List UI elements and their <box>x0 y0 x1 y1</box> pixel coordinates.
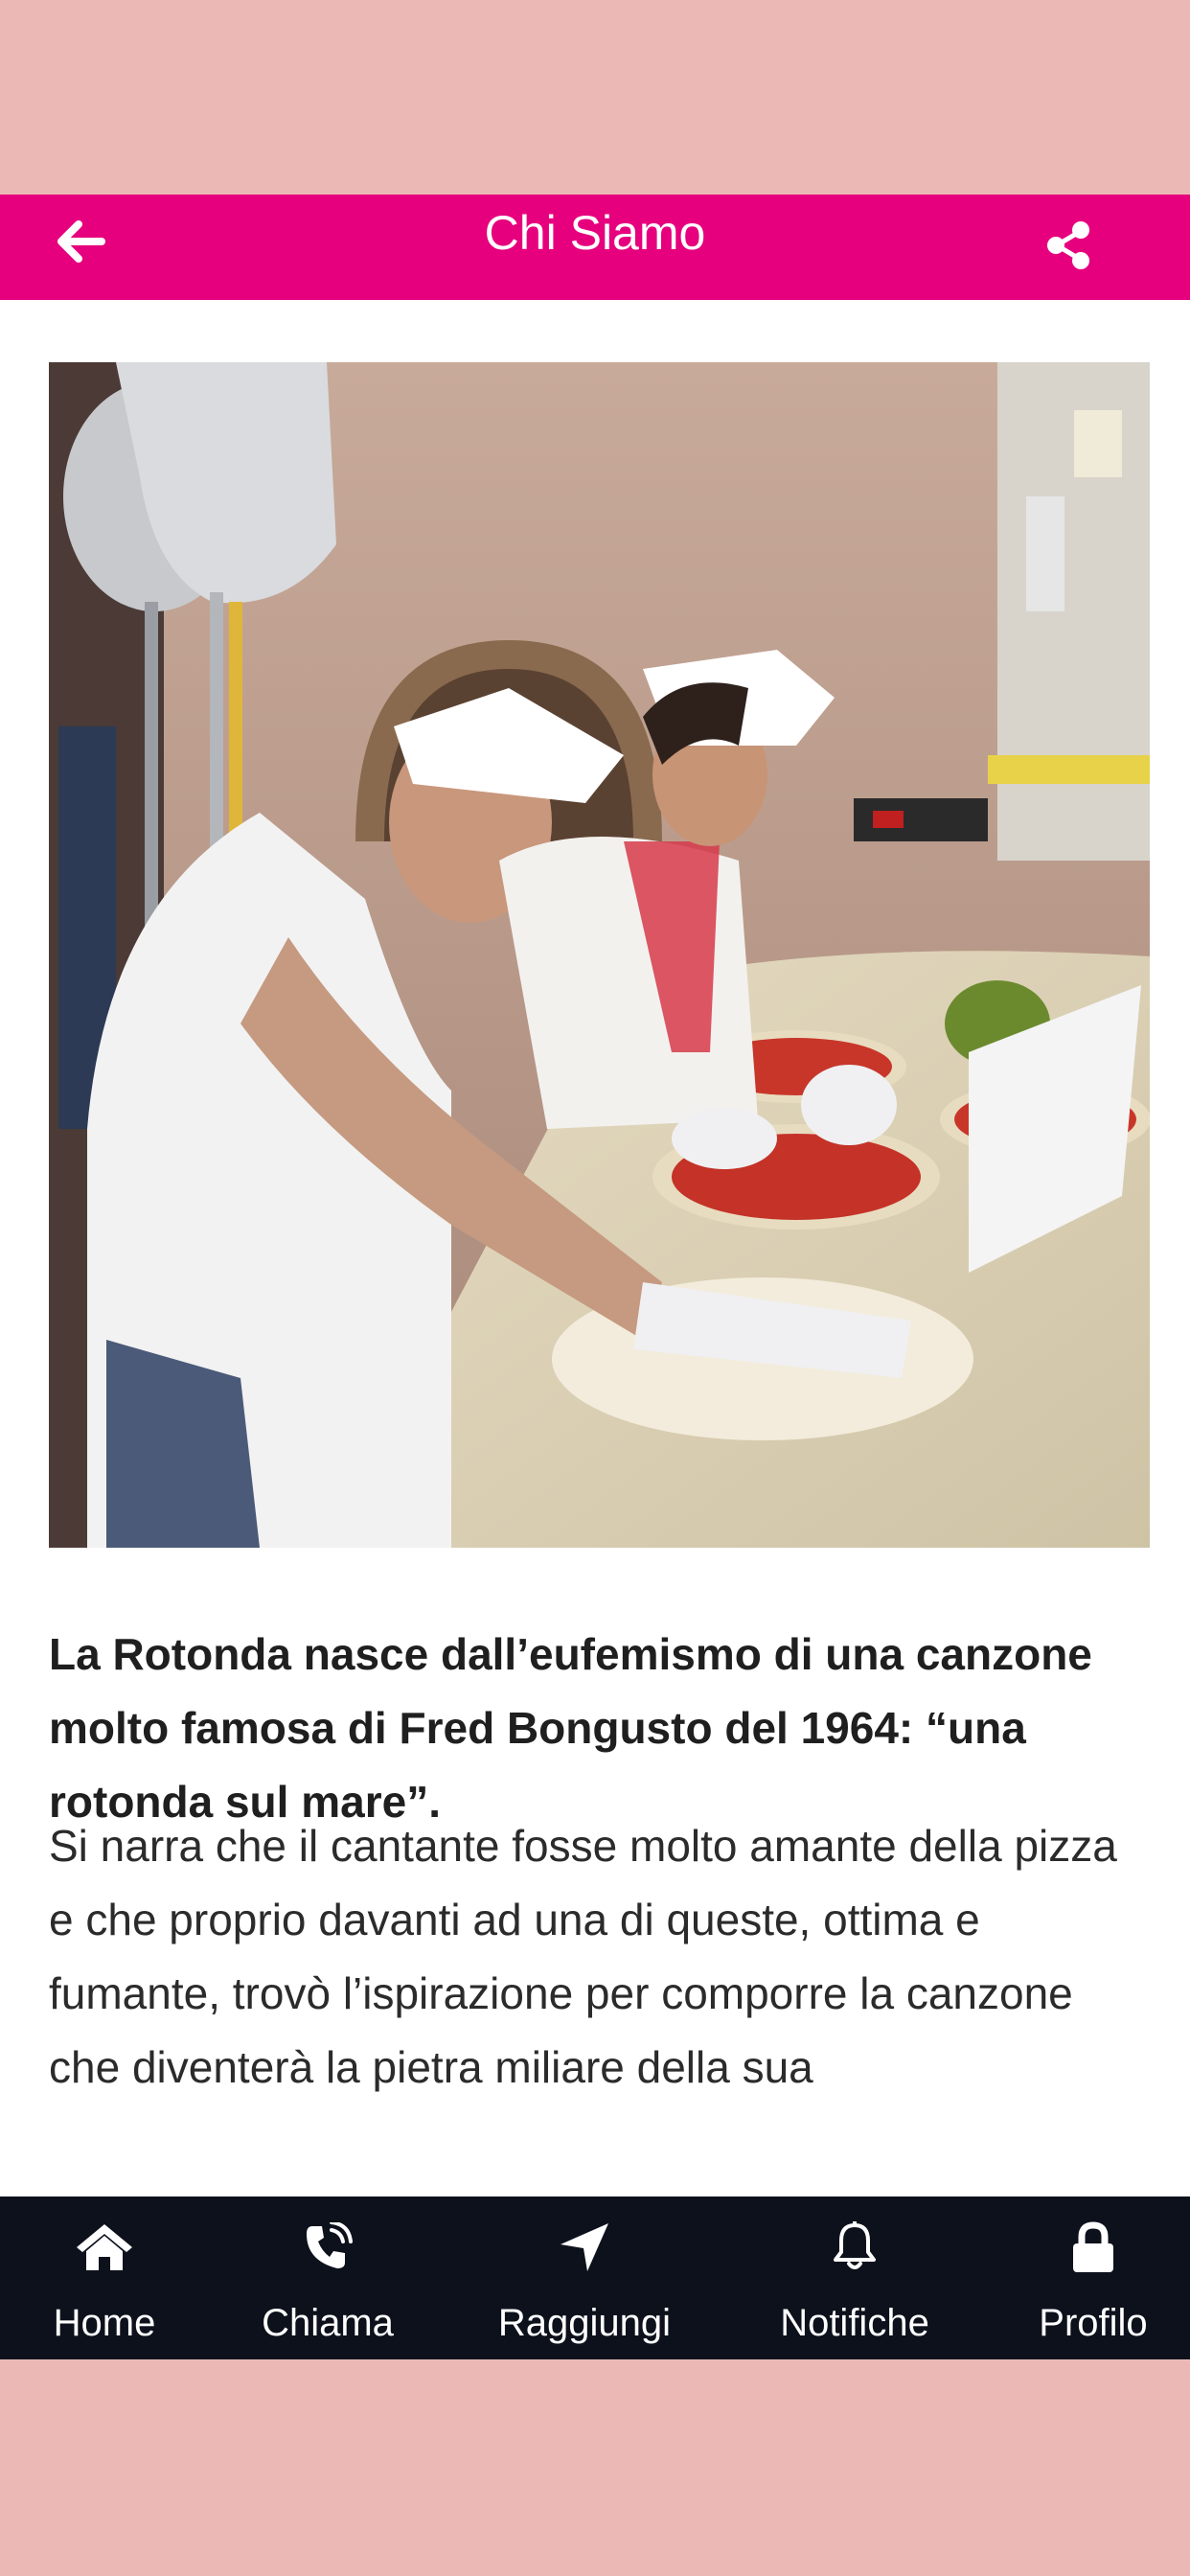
lock-icon <box>1073 2221 1113 2272</box>
tab-raggiungi[interactable]: Raggiungi <box>489 2196 680 2359</box>
tab-profilo[interactable]: Profilo <box>997 2196 1189 2359</box>
tab-home[interactable]: Home <box>9 2196 200 2359</box>
content-area: La Rotonda nasce dall’eufemismo di una c… <box>0 300 1190 2225</box>
app-screen: Chi Siamo La Rotonda nasce dall’eufemism… <box>0 195 1190 2359</box>
pizza-makers-photo <box>49 362 1150 1548</box>
page-title: Chi Siamo <box>484 206 706 260</box>
tab-chiama[interactable]: Chiama <box>232 2196 423 2359</box>
intro-heading: La Rotonda nasce dall’eufemismo di una c… <box>49 1629 1092 1827</box>
header-bar: Chi Siamo <box>0 195 1190 300</box>
tab-label-profilo: Profilo <box>1039 2302 1148 2344</box>
tab-label-home: Home <box>53 2302 156 2344</box>
bottom-tab-bar: Home Chiama Raggiungi Notifiche Profilo <box>0 2196 1190 2359</box>
tab-notifiche[interactable]: Notifiche <box>759 2196 950 2359</box>
tab-label-raggiungi: Raggiungi <box>497 2302 672 2344</box>
phone-icon <box>307 2222 353 2268</box>
tab-label-chiama: Chiama <box>262 2302 394 2344</box>
home-icon <box>77 2224 132 2270</box>
tab-label-notifiche: Notifiche <box>780 2302 929 2344</box>
share-button[interactable] <box>1040 212 1097 279</box>
share-icon <box>1047 221 1089 269</box>
bell-icon <box>834 2221 876 2269</box>
about-paragraph: Si narra che il cantante fosse molto ama… <box>49 1821 1117 2092</box>
location-arrow-icon <box>561 2223 608 2271</box>
